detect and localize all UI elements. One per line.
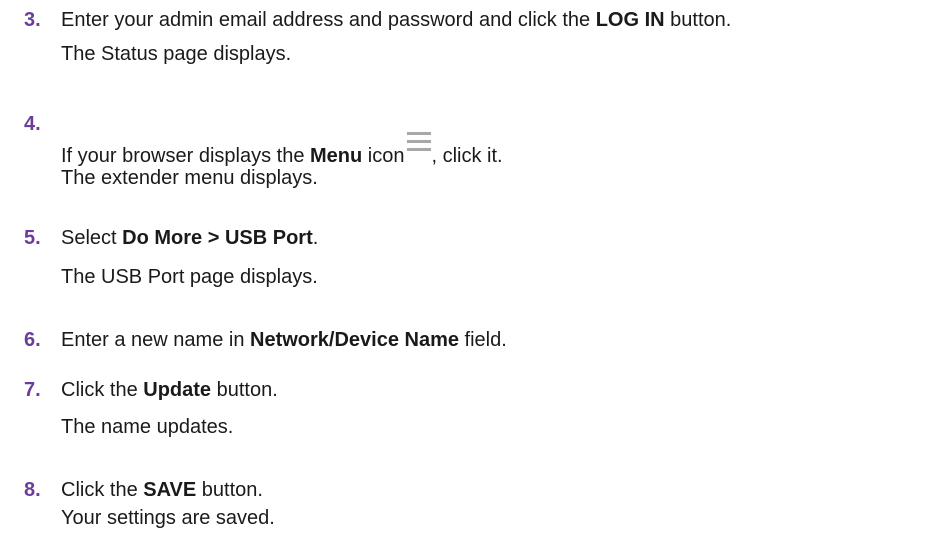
usb-port-path-reference: Do More > USB Port bbox=[122, 227, 313, 249]
save-button-reference: SAVE bbox=[143, 479, 197, 501]
step-number: 8. bbox=[24, 479, 41, 501]
step-number: 4. bbox=[24, 113, 41, 135]
step-result: The extender menu displays. bbox=[61, 167, 318, 189]
step-number: 7. bbox=[24, 379, 41, 401]
log-in-button-reference: LOG IN bbox=[595, 9, 665, 31]
step-instruction: Enter your admin email address and passw… bbox=[61, 9, 732, 31]
step-number: 3. bbox=[24, 9, 41, 31]
step-result: The name updates. bbox=[61, 416, 234, 438]
step-instruction: If your browser displays the Menu icon, … bbox=[61, 132, 503, 168]
step-instruction: Click the SAVE button. bbox=[61, 479, 263, 501]
step-instruction: Enter a new name in Network/Device Name … bbox=[61, 329, 507, 351]
network-device-name-field-reference: Network/Device Name bbox=[250, 329, 459, 351]
step-instruction: Click the Update button. bbox=[61, 379, 278, 401]
step-instruction: Select Do More > USB Port. bbox=[61, 227, 319, 249]
hamburger-menu-icon bbox=[407, 132, 432, 152]
step-result: The USB Port page displays. bbox=[61, 266, 318, 288]
step-result: Your settings are saved. bbox=[61, 507, 275, 529]
step-number: 5. bbox=[24, 227, 41, 249]
update-button-reference: Update bbox=[143, 379, 212, 401]
step-number: 6. bbox=[24, 329, 41, 351]
menu-reference: Menu bbox=[310, 145, 363, 167]
step-result: The Status page displays. bbox=[61, 43, 292, 65]
